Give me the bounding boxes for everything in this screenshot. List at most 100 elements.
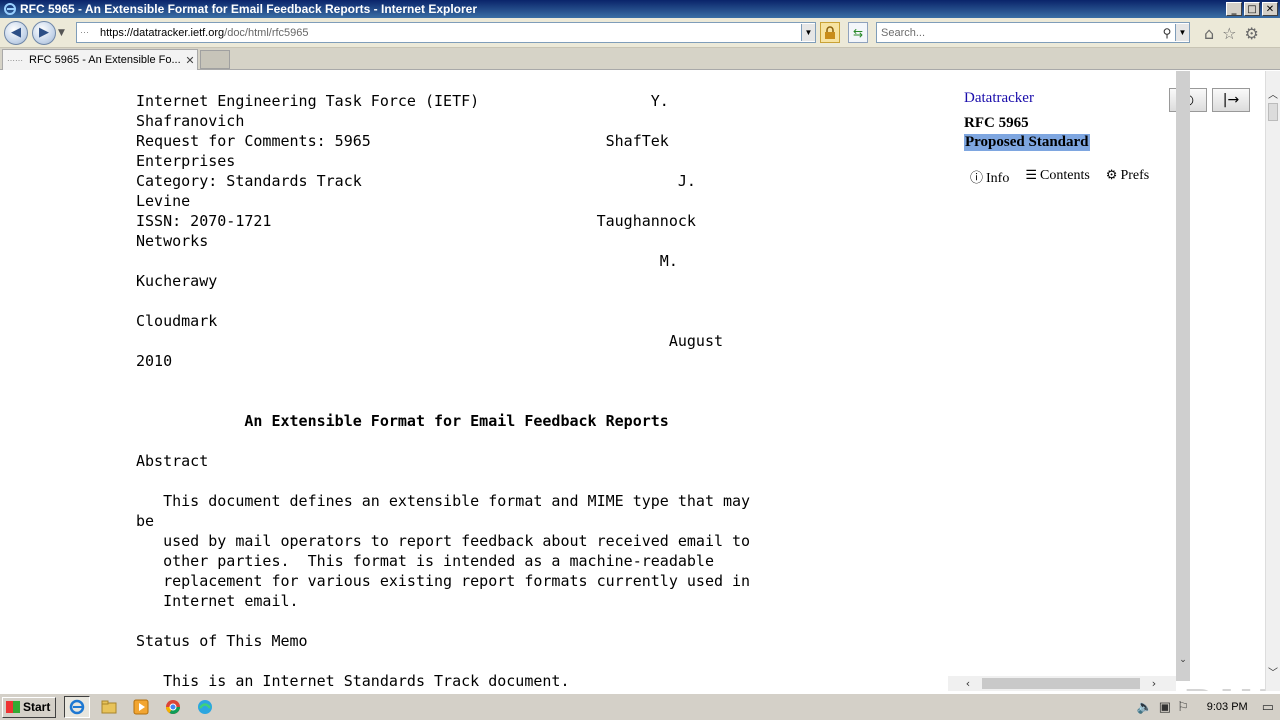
document-line: This document defines an extensible form… [136, 492, 751, 510]
contents-link[interactable]: ☰ Contents [1025, 167, 1089, 187]
maximize-button[interactable]: □ [1244, 2, 1260, 16]
address-bar[interactable]: ⋯ https://datatracker.ietf.org/doc/html/… [76, 22, 816, 43]
collapse-sidebar-button[interactable]: |→ [1212, 88, 1250, 112]
prefs-link[interactable]: ⚙ Prefs [1106, 167, 1149, 187]
taskbar-media-player-icon[interactable] [128, 696, 154, 718]
settings-gear-icon[interactable]: ⚙ [1245, 24, 1259, 43]
scroll-thumb[interactable] [1268, 103, 1278, 121]
document-title-line: An Extensible Format for Email Feedback … [136, 412, 669, 430]
system-tray: 🔈 ▣ ⚐ 9:03 PM ▭ [1137, 696, 1280, 718]
document-line: Enterprises [136, 152, 236, 170]
favorites-star-icon[interactable]: ☆ [1222, 24, 1236, 43]
search-input[interactable]: Search... [877, 27, 1159, 39]
datatracker-link[interactable]: Datatracker [964, 90, 1034, 107]
scroll-up-icon[interactable]: ︿ [1266, 85, 1280, 101]
info-link[interactable]: ⓘ Info [970, 167, 1009, 187]
security-lock-icon[interactable] [820, 22, 840, 43]
taskbar-ie-icon[interactable] [64, 696, 91, 718]
document-line: used by mail operators to report feedbac… [136, 532, 751, 550]
document-line: Shafranovich [136, 112, 245, 130]
status-badge: Proposed Standard [964, 134, 1090, 151]
taskbar: Start 🔈 ▣ ⚐ 9:03 PM ▭ [0, 693, 1280, 720]
taskbar-chrome-icon[interactable] [160, 696, 186, 718]
search-icon[interactable]: ⚲ [1159, 26, 1175, 40]
document-line: Cloudmark [136, 312, 218, 330]
search-box[interactable]: Search... ⚲ ▼ [876, 22, 1190, 43]
tab-close-icon[interactable]: ✕ [183, 54, 197, 67]
tab-strip: ⋯⋯ RFC 5965 - An Extensible Fo... ✕ [0, 48, 1280, 70]
network-icon[interactable]: ▣ [1159, 699, 1171, 715]
new-tab-button[interactable] [200, 50, 230, 69]
rfc-document-text: Internet Engineering Task Force (IETF) Y… [136, 91, 750, 691]
search-dropdown-icon[interactable]: ▼ [1175, 24, 1189, 41]
clock: 9:03 PM [1206, 701, 1248, 713]
page-favicon-icon: ⋯ [80, 27, 89, 37]
history-dropdown-icon[interactable]: ▼ [58, 28, 70, 38]
windows-flag-icon [6, 701, 20, 713]
info-link-label: Info [986, 171, 1010, 186]
document-line: ISSN: 2070-1721 Taughannock [136, 212, 696, 230]
contents-link-label: Contents [1040, 168, 1090, 183]
scroll-right-icon[interactable]: › [1146, 676, 1162, 691]
document-line: other parties. This format is intended a… [136, 552, 714, 570]
scroll-left-icon[interactable]: ‹ [960, 676, 976, 691]
scroll-down-icon[interactable]: ﹀ [1266, 663, 1280, 679]
sidebar-scrollbar[interactable]: ⌄ [1176, 71, 1190, 681]
close-window-button[interactable]: ✕ [1262, 2, 1278, 16]
home-icon[interactable]: ⌂ [1204, 24, 1214, 43]
taskbar-explorer-icon[interactable] [96, 696, 122, 718]
hscroll-thumb[interactable] [982, 678, 1140, 689]
document-line: Internet email. [136, 592, 299, 610]
sidebar-scroll-down-icon[interactable]: ⌄ [1176, 653, 1190, 667]
document-line: Kucherawy [136, 272, 218, 290]
document-line: M. [136, 252, 678, 270]
refresh-icon[interactable]: ⇆ [848, 22, 868, 43]
tab-favicon-icon: ⋯⋯ [7, 55, 23, 65]
document-line: 2010 [136, 352, 173, 370]
document-sidebar: Datatracker RFC 5965 Proposed Standard ⓘ… [948, 71, 1250, 691]
ie-logo-icon [2, 1, 18, 17]
url-scheme: https:// [100, 26, 134, 39]
start-button[interactable]: Start [2, 696, 57, 718]
action-center-flag-icon[interactable]: ⚐ [1177, 699, 1189, 715]
document-line: Networks [136, 232, 209, 250]
document-line: be [136, 512, 155, 530]
rfc-number: RFC 5965 [964, 115, 1029, 131]
window-title: RFC 5965 - An Extensible Format for Emai… [20, 2, 478, 16]
document-line: Status of This Memo [136, 632, 308, 650]
document-line: Request for Comments: 5965 ShafTek [136, 132, 669, 150]
info-icon: ⓘ [970, 170, 984, 185]
back-button[interactable]: ◀ [4, 20, 28, 45]
prefs-link-label: Prefs [1120, 168, 1150, 183]
forward-button[interactable]: ▶ [32, 20, 56, 45]
url-host: datatracker.ietf.org [133, 26, 225, 39]
address-url[interactable]: https://datatracker.ietf.org/doc/html/rf… [100, 27, 801, 39]
minimize-button[interactable]: _ [1226, 2, 1242, 16]
sidebar-links: ⓘ Info ☰ Contents ⚙ Prefs [970, 167, 1149, 187]
document-line: August [136, 332, 723, 350]
document-line: Levine [136, 192, 191, 210]
show-desktop-icon[interactable]: ▭ [1262, 699, 1274, 715]
document-line: Abstract [136, 452, 209, 470]
gear-icon: ⚙ [1105, 167, 1118, 182]
page-vertical-scrollbar[interactable]: ︿ ﹀ [1265, 71, 1280, 691]
tab-label: RFC 5965 - An Extensible Fo... [29, 54, 181, 66]
sidebar-horizontal-scrollbar[interactable]: ‹ › [948, 676, 1176, 691]
document-line: Category: Standards Track J. [136, 172, 696, 190]
tab-rfc5965[interactable]: ⋯⋯ RFC 5965 - An Extensible Fo... ✕ [2, 49, 198, 70]
document-line: Internet Engineering Task Force (IETF) Y… [136, 92, 669, 110]
volume-icon[interactable]: 🔈 [1137, 699, 1153, 715]
document-line: This is an Internet Standards Track docu… [136, 672, 570, 690]
document-line: replacement for various existing report … [136, 572, 751, 590]
title-bar: RFC 5965 - An Extensible Format for Emai… [0, 0, 1280, 18]
start-label: Start [23, 700, 51, 714]
list-icon: ☰ [1025, 167, 1037, 182]
address-dropdown-icon[interactable]: ▼ [801, 24, 815, 41]
taskbar-edge-icon[interactable] [192, 696, 218, 718]
